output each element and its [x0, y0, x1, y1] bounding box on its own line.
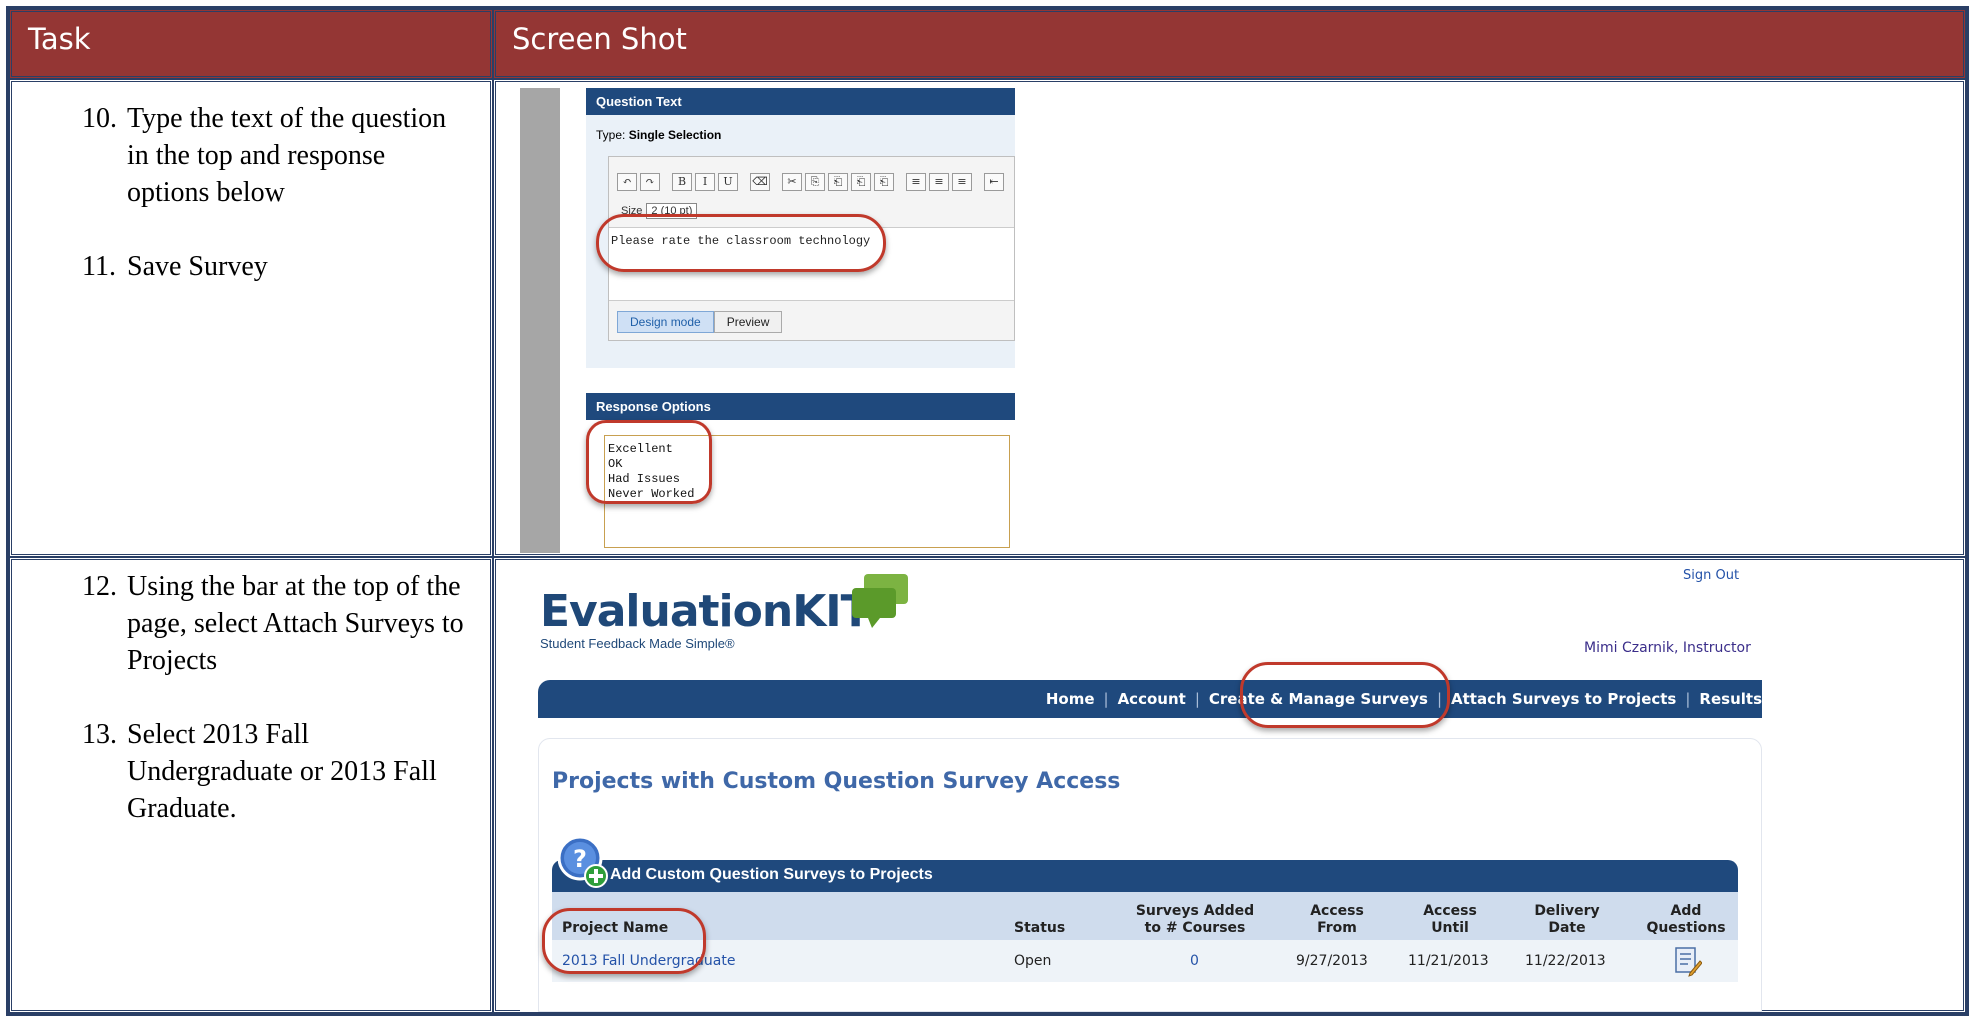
toolbar-button[interactable]: ↶ — [617, 173, 637, 191]
column-header-project-name: Project Name — [562, 920, 669, 936]
nav-separator: | — [1436, 690, 1443, 708]
toolbar-button[interactable]: ⌫ — [750, 173, 770, 191]
toolbar-separator — [741, 173, 747, 191]
delivery-date: 11/22/2013 — [1525, 953, 1606, 969]
column-header-delivery-date: Delivery Date — [1534, 903, 1600, 936]
toolbar-button[interactable]: ✂ — [782, 173, 802, 191]
surveys-added-count-link[interactable]: 0 — [1190, 953, 1199, 969]
evaluationkit-logo: EvaluationKIT — [540, 586, 871, 637]
preview-tab[interactable]: Preview — [713, 311, 783, 333]
rich-text-editor: ↶ ↷ B I U ⌫ ✂ ⎘ ⎗ ⎗ ⎗ ≡ ≡ ≡ ⇤ Size 2 (10 pt) Please ra… — [608, 156, 1015, 341]
access-from-date: 9/27/2013 — [1296, 953, 1368, 969]
font-size-label: Size — [621, 205, 643, 217]
toolbar-button[interactable]: ⎗ — [874, 173, 894, 191]
edit-document-icon[interactable] — [1674, 947, 1702, 977]
toolbar-separator — [663, 173, 669, 191]
nav-separator: | — [1194, 690, 1200, 708]
toolbar-button[interactable]: I — [695, 173, 715, 191]
user-name: Mimi Czarnik, Instructor — [1584, 640, 1751, 656]
toolbar-button[interactable]: ⎗ — [828, 173, 848, 191]
task-text: Save Survey — [127, 251, 268, 282]
font-size-select[interactable]: 2 (10 pt) — [646, 203, 698, 219]
nav-results[interactable]: Results — [1699, 690, 1762, 708]
question-text-input[interactable]: Please rate the classroom technology — [609, 227, 1014, 301]
task-text: Select 2013 Fall Undergraduate or 2013 F… — [127, 719, 437, 824]
gray-gutter — [520, 88, 560, 553]
nav-create-manage-surveys[interactable]: Create & Manage Surveys — [1209, 690, 1428, 708]
response-option: Had Issues — [608, 472, 681, 486]
task-header-label: Task — [28, 22, 91, 56]
toolbar-button[interactable]: ↷ — [640, 173, 660, 191]
question-type-value: Single Selection — [628, 128, 722, 142]
access-until-date: 11/21/2013 — [1408, 953, 1489, 969]
task-cell-2: 12. Using the bar at the top of the page… — [9, 557, 493, 1013]
toolbar-button[interactable]: ⎗ — [851, 173, 871, 191]
page-title: Projects with Custom Question Survey Acc… — [552, 769, 1121, 794]
editor-toolbar: ↶ ↷ B I U ⌫ ✂ ⎘ ⎗ ⎗ ⎗ ≡ ≡ ≡ ⇤ — [617, 173, 1004, 191]
response-options-section-title: Response Options — [596, 399, 711, 414]
task-number: 11. — [82, 251, 116, 282]
editor-mode-tabs: Design mode Preview — [617, 311, 783, 333]
question-editor-screenshot: Question Text Type: Single Selection ↶ ↷ B… — [520, 88, 1015, 553]
column-header-add-questions: Add Questions — [1646, 903, 1726, 936]
column-header-surveys-added: Surveys Added to # Courses — [1135, 903, 1255, 936]
response-option: Never Worked — [608, 487, 695, 501]
column-header-access-until: Access Until — [1423, 903, 1477, 936]
task-number: 13. — [82, 719, 117, 750]
screenshot-header: Screen Shot — [493, 9, 1966, 79]
toolbar-separator — [975, 173, 981, 191]
question-text-section-bar: Question Text — [586, 88, 1015, 115]
toolbar-button[interactable]: ≡ — [952, 173, 972, 191]
task-cell-1: 10. Type the text of the question in the… — [9, 79, 493, 557]
column-header-status: Status — [1014, 920, 1066, 936]
add-custom-surveys-title[interactable]: Add Custom Question Surveys to Projects — [610, 866, 933, 884]
nav-home[interactable]: Home — [1046, 690, 1095, 708]
column-header-access-from: Access From — [1310, 903, 1364, 936]
task-item: 11. Save Survey — [12, 248, 490, 285]
help-plus-icon[interactable]: ? — [558, 834, 608, 890]
svg-text:?: ? — [573, 845, 587, 873]
toolbar-separator — [773, 173, 779, 191]
response-options-section-bar: Response Options — [586, 393, 1015, 420]
toolbar-button[interactable]: ≡ — [906, 173, 926, 191]
toolbar-button[interactable]: ≡ — [929, 173, 949, 191]
font-size-row: Size 2 (10 pt) — [621, 203, 698, 219]
task-list-2: 12. Using the bar at the top of the page… — [12, 568, 490, 864]
nav-account[interactable]: Account — [1118, 690, 1186, 708]
toolbar-separator — [897, 173, 903, 191]
tagline: Student Feedback Made Simple® — [540, 636, 735, 651]
toolbar-button[interactable]: U — [718, 173, 738, 191]
question-type-label: Type: — [596, 128, 629, 142]
project-name-link[interactable]: 2013 Fall Undergraduate — [562, 953, 735, 969]
task-item: 13. Select 2013 Fall Undergraduate or 20… — [12, 716, 490, 827]
response-option: OK — [608, 457, 623, 471]
task-item: 12. Using the bar at the top of the page… — [12, 568, 490, 679]
question-type: Type: Single Selection — [596, 128, 721, 142]
top-nav-bar: Home | Account | Create & Manage Surveys… — [538, 680, 1762, 718]
screenshot-header-label: Screen Shot — [512, 22, 687, 56]
nav-links: Home | Account | Create & Manage Surveys… — [1046, 680, 1762, 718]
nav-attach-surveys-to-projects[interactable]: Attach Surveys to Projects — [1451, 690, 1676, 708]
speech-bubble-logo-icon — [852, 574, 908, 628]
task-item: 10. Type the text of the question in the… — [12, 100, 490, 211]
task-number: 12. — [82, 571, 117, 602]
evaluationkit-screenshot: EvaluationKIT Student Feedback Made Simp… — [520, 566, 1762, 1012]
nav-separator: | — [1103, 690, 1109, 708]
response-options-input[interactable]: Excellent OK Had Issues Never Worked — [604, 435, 1010, 548]
task-text: Using the bar at the top of the page, se… — [127, 571, 464, 676]
toolbar-button[interactable]: B — [672, 173, 692, 191]
task-list-1: 10. Type the text of the question in the… — [12, 100, 490, 322]
question-text-section-title: Question Text — [596, 94, 682, 109]
task-header: Task — [9, 9, 493, 79]
project-status: Open — [1014, 953, 1052, 969]
task-text: Type the text of the question in the top… — [127, 103, 447, 208]
sign-out-link[interactable]: Sign Out — [1683, 568, 1739, 583]
toolbar-button[interactable]: ⎘ — [805, 173, 825, 191]
response-option: Excellent — [608, 442, 673, 456]
task-number: 10. — [82, 103, 117, 134]
nav-separator: | — [1685, 690, 1691, 708]
design-mode-tab[interactable]: Design mode — [617, 311, 714, 333]
toolbar-button[interactable]: ⇤ — [984, 173, 1004, 191]
